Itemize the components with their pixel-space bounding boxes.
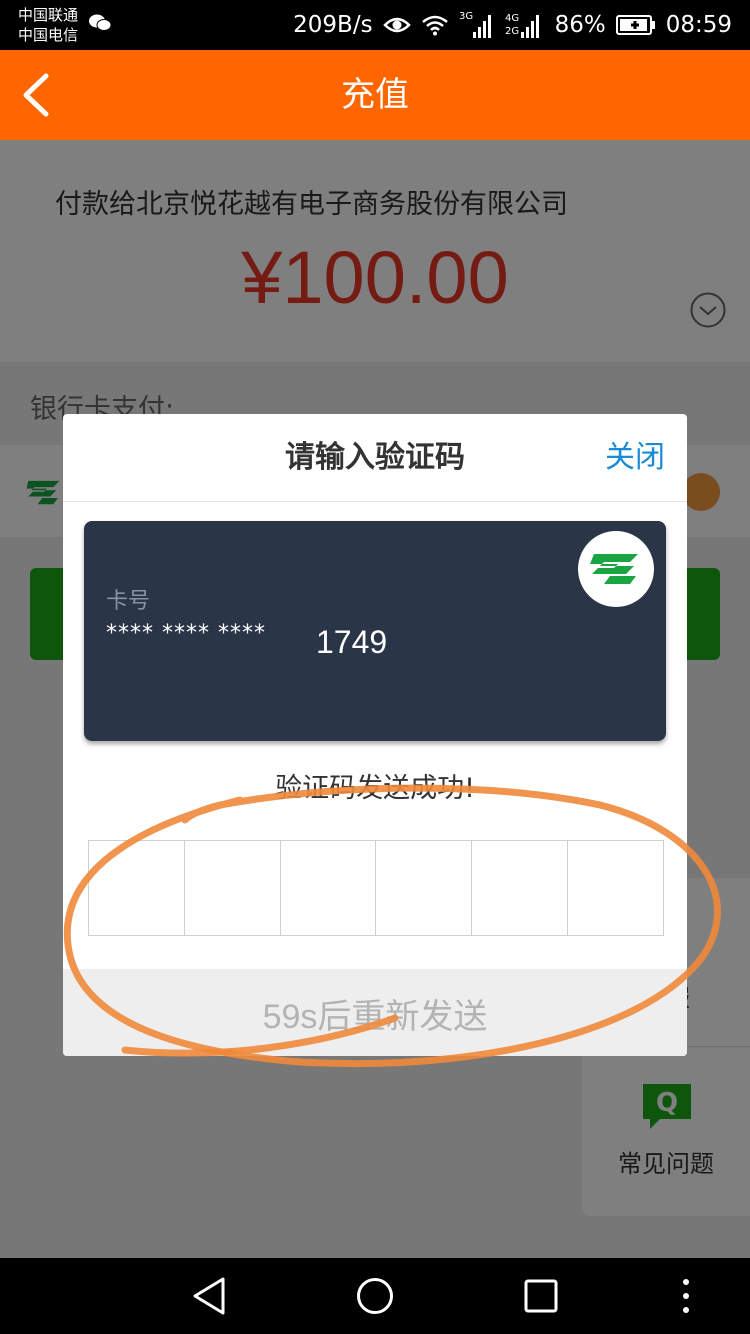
code-digit-input[interactable] <box>568 841 663 935</box>
signal-3g-icon: 3G <box>459 11 491 38</box>
bank-logo <box>578 531 654 607</box>
carrier-2: 中国电信 <box>18 26 79 44</box>
app-header: 充值 <box>0 50 750 140</box>
clock: 08:59 <box>665 12 732 38</box>
status-bar: 中国联通 中国电信 209B/s 3G 4G 2G 86% 08:59 <box>0 0 750 50</box>
carrier-1: 中国联通 <box>18 6 79 24</box>
eye-icon <box>382 17 411 33</box>
page-title: 充值 <box>341 75 409 115</box>
net-speed: 209B/s <box>293 12 373 38</box>
status-indicators: 209B/s 3G 4G 2G 86% 08:59 <box>293 0 732 50</box>
signal-3g-label: 3G <box>459 11 473 22</box>
card-last-four: 1749 <box>316 624 388 660</box>
send-success-message: 验证码发送成功! <box>275 773 475 804</box>
recents-square-icon[interactable] <box>523 1276 559 1316</box>
wechat-icon <box>89 14 112 31</box>
wifi-icon <box>421 15 448 36</box>
home-circle-icon[interactable] <box>355 1276 395 1316</box>
carrier-info: 中国联通 中国电信 <box>18 5 78 45</box>
divider <box>63 501 687 502</box>
close-button[interactable]: 关闭 <box>605 414 665 502</box>
battery-percent: 86% <box>554 12 606 38</box>
signal-4g-top: 4G <box>505 13 519 24</box>
code-digit-input[interactable] <box>472 841 569 935</box>
code-input-group[interactable] <box>88 840 664 936</box>
china-post-logo-icon <box>590 554 638 584</box>
card-number-label: 卡号 <box>106 589 151 614</box>
verification-code-dialog: 请输入验证码 关闭 卡号 **** **** **** 1749 验证码发送成功… <box>63 414 687 1056</box>
signal-4g-icon: 4G 2G <box>505 13 539 38</box>
code-digit-input[interactable] <box>280 841 377 935</box>
resend-code-button[interactable]: 59s后重新发送 <box>63 969 687 1056</box>
card-number-mask: **** **** **** <box>106 621 266 646</box>
signal-4g-bottom: 2G <box>505 26 519 37</box>
back-triangle-icon[interactable] <box>191 1276 227 1316</box>
code-digit-input[interactable] <box>184 841 281 935</box>
dialog-title: 请输入验证码 <box>285 440 465 475</box>
battery-icon <box>615 15 655 35</box>
code-digit-input[interactable] <box>89 841 185 935</box>
more-vertical-icon[interactable] <box>676 1276 696 1316</box>
bank-card: 卡号 **** **** **** 1749 <box>84 521 666 741</box>
system-nav-bar <box>0 1258 750 1334</box>
code-digit-input[interactable] <box>376 841 473 935</box>
